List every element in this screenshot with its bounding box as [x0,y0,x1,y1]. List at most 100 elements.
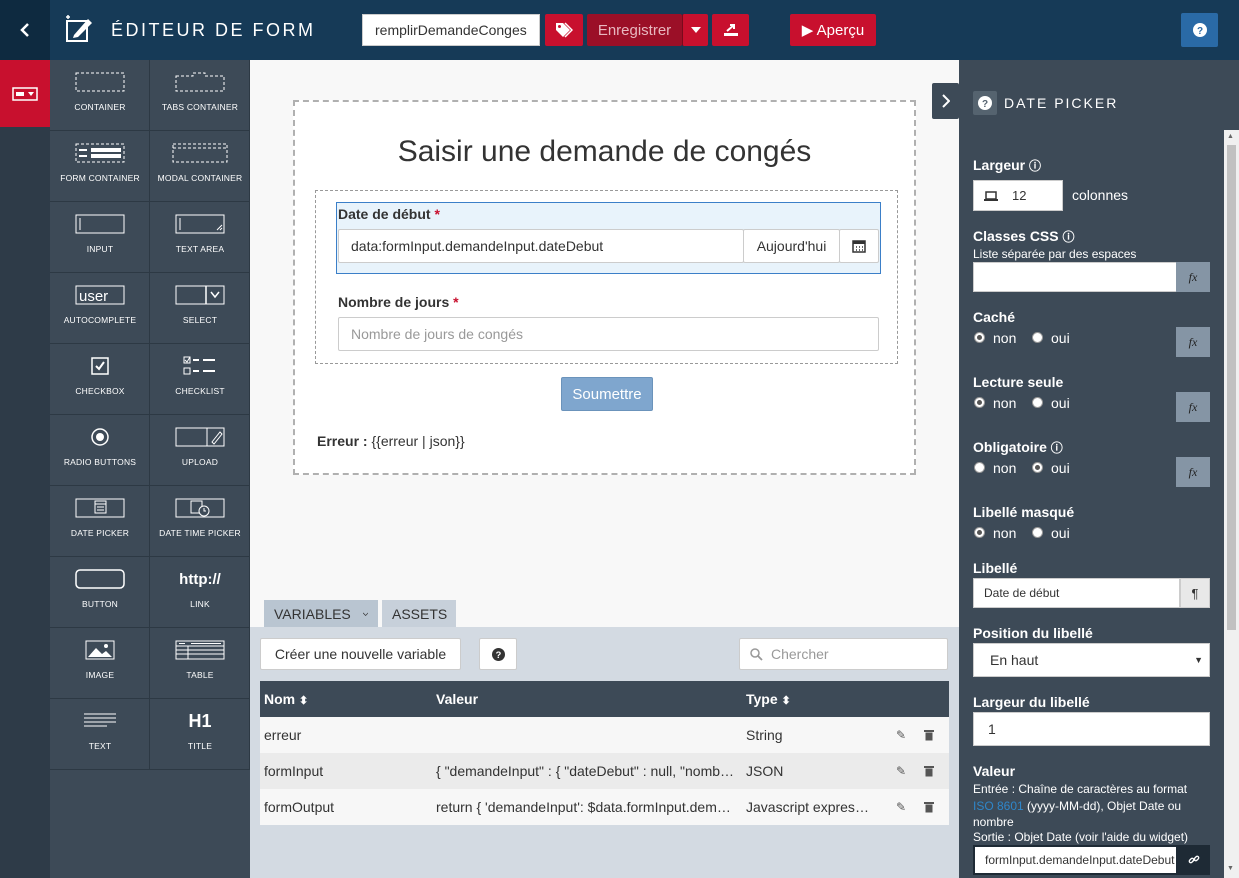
hidden-fx-button[interactable]: fx [1176,327,1210,357]
tab-assets[interactable]: ASSETS [382,600,456,628]
hidden-yes-radio[interactable] [1032,332,1043,343]
palette-item-checkbox[interactable]: CHECKBOX [50,344,150,415]
edit-icon[interactable]: ✎ [896,753,906,789]
collapse-properties-button[interactable] [932,83,959,119]
width-input[interactable]: 12 [973,180,1063,211]
palette-item-tabs-container[interactable]: TABS CONTAINER [150,60,250,131]
hidden-yes-label: oui [1051,330,1070,346]
palette-item-modal-container[interactable]: MODAL CONTAINER [150,131,250,202]
readonly-no-radio[interactable] [974,397,985,408]
save-button[interactable]: Enregistrer [587,14,682,46]
question-icon: ? [978,96,992,110]
value-help-3: Sortie : Objet Date (voir l'aide du widg… [973,830,1189,844]
palette-item-link[interactable]: http:// LINK [150,557,250,628]
scrollbar-thumb[interactable] [1227,145,1236,630]
palette-item-button[interactable]: BUTTON [50,557,150,628]
iso-8601-link[interactable]: ISO 8601 [973,799,1024,813]
required-label: Obligatoire ⓘ [973,439,1063,455]
help-button[interactable]: ? [1181,13,1218,47]
title-icon: H1 [188,710,212,731]
required-fx-button[interactable]: fx [1176,457,1210,487]
palette-item-label: CHECKBOX [75,386,125,396]
svg-text:?: ? [495,650,501,660]
app-title: ÉDITEUR DE FORM [111,20,316,40]
value-input[interactable]: formInput.demandeInput.dateDebut [973,845,1178,875]
palette-item-title[interactable]: H1 TITLE [150,699,250,770]
css-classes-input[interactable] [973,262,1177,292]
date-time-picker-icon [150,496,250,520]
label-position-select[interactable]: En haut ▼ [973,643,1210,677]
value-binding-button[interactable] [1178,845,1210,875]
left-rail [0,60,50,878]
days-placeholder: Nombre de jours de congés [351,326,523,342]
calendar-button[interactable] [839,229,879,263]
upload-icon [150,425,250,449]
modal-container-icon [150,141,250,165]
css-classes-help: Liste séparée par des espaces [973,247,1137,261]
palette-item-input[interactable]: INPUT [50,202,150,273]
scroll-up-arrow[interactable]: ▲ [1227,133,1234,140]
submit-button[interactable]: Soumettre [561,377,653,411]
palette-item-image[interactable]: IMAGE [50,628,150,699]
form-name-input[interactable] [362,14,540,46]
palette-item-label: DATE TIME PICKER [159,528,241,538]
col-name[interactable]: Nom ⬍ [264,681,308,717]
palette-item-select[interactable]: SELECT [150,273,250,344]
back-button[interactable] [0,0,50,60]
css-fx-button[interactable]: fx [1176,262,1210,292]
date-start-input[interactable]: data:formInput.demandeInput.dateDebut [338,229,744,263]
palette-item-upload[interactable]: UPLOAD [150,415,250,486]
palette-item-form-container[interactable]: FORM CONTAINER [50,131,150,202]
date-start-label: Date de début * [338,206,440,222]
widget-help-button[interactable]: ? [973,91,997,115]
label-hidden-no-radio[interactable] [974,527,985,538]
today-button[interactable]: Aujourd'hui [743,229,840,263]
radio-buttons-icon [50,425,150,449]
hidden-label: Caché [973,309,1016,325]
palette-item-text-area[interactable]: TEXT AREA [150,202,250,273]
readonly-no-label: non [993,395,1017,411]
scroll-down-arrow[interactable]: ▼ [1227,865,1234,872]
required-no-radio[interactable] [974,462,985,473]
palette-item-table[interactable]: TABLE [150,628,250,699]
tags-button[interactable] [545,14,583,46]
label-input[interactable]: Date de début [973,578,1180,608]
palette-item-label: INPUT [86,244,114,254]
export-button[interactable] [712,14,749,46]
edit-icon[interactable]: ✎ [896,717,906,753]
preview-button[interactable]: ▶ Aperçu [790,14,876,46]
edit-icon[interactable]: ✎ [896,789,906,825]
palette-item-date-time-picker[interactable]: DATE TIME PICKER [150,486,250,557]
trash-icon[interactable] [924,717,934,753]
widgets-tab[interactable] [0,60,50,127]
palette-item-label: CONTAINER [74,102,126,112]
checkbox-icon [50,354,150,378]
tabs-container-icon [150,70,250,94]
palette-item-label: UPLOAD [181,457,219,467]
palette-item-autocomplete[interactable]: user AUTOCOMPLETE [50,273,150,344]
days-input[interactable]: Nombre de jours de congés [338,317,879,351]
palette-item-radio-buttons[interactable]: RADIO BUTTONS [50,415,150,486]
label-width-input[interactable]: 1 [973,712,1210,746]
palette-item-container[interactable]: CONTAINER [50,60,150,131]
checklist-icon [150,354,250,378]
readonly-yes-radio[interactable] [1032,397,1043,408]
variables-help-button[interactable]: ? [479,638,517,670]
palette-item-date-picker[interactable]: DATE PICKER [50,486,150,557]
label-hidden-yes-radio[interactable] [1032,527,1043,538]
required-yes-radio[interactable] [1032,462,1043,473]
create-variable-button[interactable]: Créer une nouvelle variable [260,638,461,670]
trash-icon[interactable] [924,753,934,789]
paragraph-toggle-button[interactable]: ¶ [1180,578,1210,608]
trash-icon[interactable] [924,789,934,825]
col-type[interactable]: Type ⬍ [746,681,791,717]
palette-item-text[interactable]: TEXT [50,699,150,770]
hidden-no-radio[interactable] [974,332,985,343]
tab-variables[interactable]: VARIABLES [264,600,378,628]
save-dropdown-button[interactable] [682,14,708,46]
variables-search-input[interactable]: Chercher [739,638,948,670]
readonly-fx-button[interactable]: fx [1176,392,1210,422]
palette-item-checklist[interactable]: CHECKLIST [150,344,250,415]
tags-icon [556,22,573,38]
value-help-2: ISO 8601 (yyyy-MM-dd), Objet Date ou nom… [973,799,1182,829]
